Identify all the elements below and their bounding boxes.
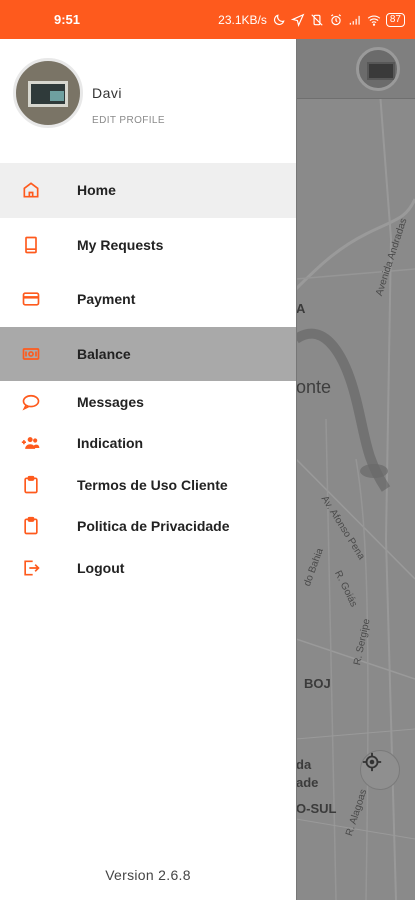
home-icon (20, 179, 42, 201)
map-label: ade (296, 775, 319, 790)
clipboard-icon (20, 515, 42, 537)
chat-bubble-icon (20, 391, 42, 413)
moon-icon (273, 13, 285, 25)
menu-item-label: Payment (77, 291, 136, 308)
drawer-menu: Home My Requests Payment Balance Message… (0, 163, 296, 589)
my-location-button[interactable] (360, 750, 400, 790)
menu-item-label: Termos de Uso Cliente (77, 476, 228, 493)
map-label: BOJ (304, 676, 331, 691)
cash-icon (20, 343, 42, 365)
map-label: A (296, 301, 306, 316)
credit-card-icon (20, 288, 42, 310)
add-group-icon (20, 432, 42, 454)
menu-item-label: Indication (77, 435, 144, 452)
menu-item-termos-de-uso[interactable]: Termos de Uso Cliente (0, 464, 296, 506)
menu-item-label: My Requests (77, 236, 164, 253)
signal-icon (349, 15, 360, 25)
app-version: Version 2.6.8 (105, 867, 191, 883)
status-icons: 23.1KB/s 87 (218, 12, 405, 27)
menu-item-messages[interactable]: Messages (0, 381, 296, 423)
navigation-drawer: Davi EDIT PROFILE Home My Requests Payme… (0, 39, 296, 900)
menu-item-my-requests[interactable]: My Requests (0, 218, 296, 273)
profile-avatar[interactable] (13, 58, 83, 128)
battery-indicator: 87 (385, 12, 405, 27)
crosshair-icon (362, 752, 382, 772)
menu-item-payment[interactable]: Payment (0, 272, 296, 327)
menu-item-politica-de-privacidade[interactable]: Politica de Privacidade (0, 506, 296, 548)
map-avatar[interactable] (356, 47, 400, 91)
menu-item-logout[interactable]: Logout (0, 547, 296, 589)
alarm-icon (330, 13, 341, 25)
profile-name: Davi (92, 85, 123, 101)
menu-item-label: Home (77, 182, 116, 199)
map-label: onte (296, 377, 332, 397)
menu-item-home[interactable]: Home (0, 163, 296, 218)
profile-header: Davi EDIT PROFILE (0, 39, 296, 163)
network-speed: 23.1KB/s (218, 12, 267, 27)
menu-item-label: Logout (77, 559, 125, 576)
logout-icon (20, 557, 42, 579)
map-label: da (296, 757, 312, 772)
location-arrow-icon (290, 13, 305, 27)
map-background[interactable]: A onte BOJ da ade O-SUL Av. Afonso Pena … (296, 39, 415, 900)
vibrate-off-icon (311, 13, 323, 26)
drawer-edge (296, 39, 297, 900)
menu-item-label: Politica de Privacidade (77, 518, 230, 535)
status-bar: 9:51 23.1KB/s 87 (0, 0, 415, 39)
bookmark-icon (20, 234, 42, 256)
edit-profile-link[interactable]: EDIT PROFILE (92, 115, 165, 126)
menu-item-label: Messages (77, 393, 144, 410)
map-label: O-SUL (296, 801, 337, 816)
status-time: 9:51 (54, 12, 81, 27)
menu-item-indication[interactable]: Indication (0, 423, 296, 465)
menu-item-balance[interactable]: Balance (0, 326, 296, 381)
clipboard-icon (20, 474, 42, 496)
menu-item-label: Balance (77, 345, 131, 362)
wifi-icon (367, 14, 381, 26)
